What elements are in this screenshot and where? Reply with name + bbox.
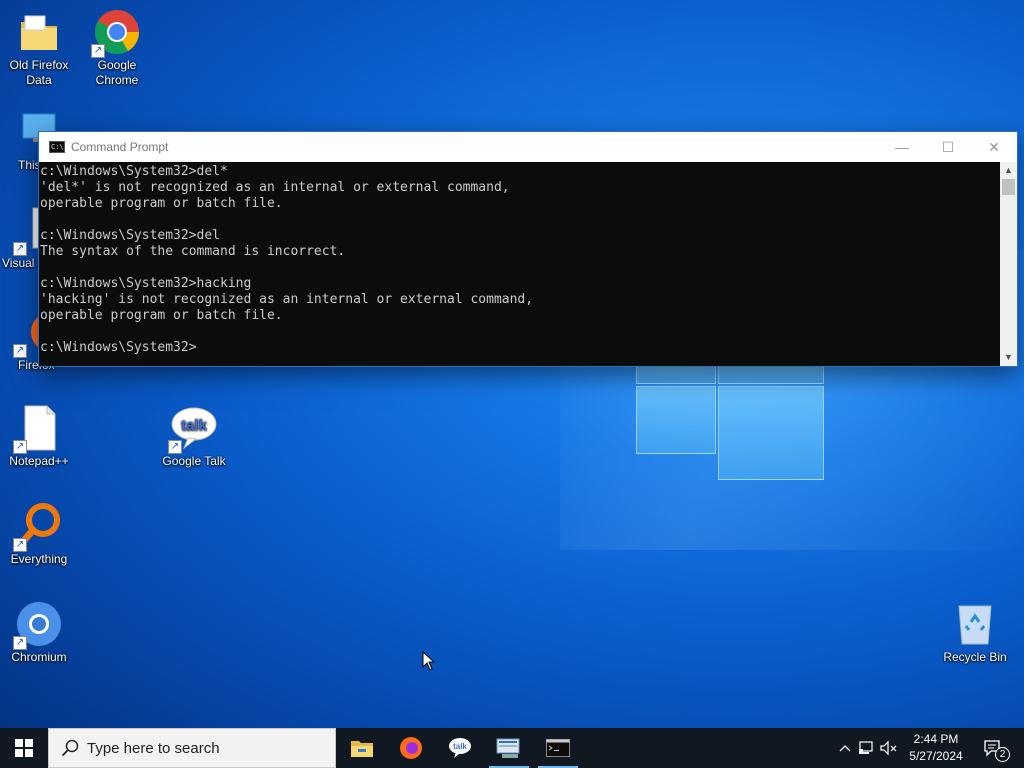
google-talk-icon: talk (449, 738, 471, 758)
show-hidden-icons-chevron-icon[interactable] (834, 728, 856, 768)
file-explorer-icon (351, 741, 373, 757)
everything-icon: ↗ (13, 502, 63, 552)
folder-icon (15, 8, 63, 56)
mouse-cursor-icon (422, 651, 436, 671)
start-button[interactable] (0, 728, 48, 768)
desktop-icon-label: Google Chrome (95, 58, 139, 87)
notepad-icon: ↗ (13, 404, 63, 454)
desktop-icon-google-talk[interactable]: talk ↗ Google Talk (157, 404, 231, 469)
desktop-icon-label: Chromium (11, 650, 67, 664)
taskbar-network-app[interactable] (485, 728, 533, 768)
network-tray-icon[interactable] (856, 728, 878, 768)
desktop-icon-everything[interactable]: ↗ Everything (2, 502, 76, 567)
system-clock[interactable]: 2:44 PM 5/27/2024 (906, 731, 966, 765)
shortcut-arrow-icon: ↗ (13, 242, 27, 256)
windows-start-icon (15, 739, 33, 757)
desktop-icon-label: Recycle Bin (943, 650, 1007, 664)
taskbar-google-talk[interactable]: talk (436, 728, 484, 768)
shortcut-arrow-icon: ↗ (91, 44, 105, 58)
svg-text:talk: talk (181, 417, 208, 434)
taskbar-command-prompt[interactable] (534, 728, 582, 768)
desktop-icon-recycle-bin[interactable]: Recycle Bin (938, 600, 1012, 665)
scroll-up-icon[interactable]: ▲ (1000, 162, 1017, 179)
shortcut-arrow-icon: ↗ (13, 636, 27, 650)
maximize-icon: ☐ (941, 138, 955, 155)
taskbar: Type here to search talk 2:44 PM 5/27/20… (0, 728, 1024, 768)
desktop-icon-label: Old Firefox Data (9, 58, 69, 87)
wallpaper-windows-logo (636, 362, 824, 480)
scroll-down-icon[interactable]: ▼ (1000, 349, 1017, 366)
minimize-icon: — (895, 139, 909, 155)
console-output[interactable]: c:\Windows\System32>del* 'del*' is not r… (39, 162, 1000, 366)
desktop-icon-old-firefox-data[interactable]: Old Firefox Data (2, 8, 76, 88)
maximize-button[interactable]: ☐ (925, 132, 971, 162)
clock-time: 2:44 PM (913, 732, 959, 746)
desktop-icon-chromium[interactable]: ↗ Chromium (2, 600, 76, 665)
desktop-icon-notepad-plus-plus[interactable]: ↗ Notepad++ (2, 404, 76, 469)
clock-date: 5/27/2024 (909, 749, 963, 763)
firefox-icon (400, 737, 422, 759)
search-icon (61, 739, 79, 757)
desktop-icon-label: Notepad++ (9, 454, 69, 468)
desktop-icon-label: Google Talk (162, 454, 226, 468)
desktop-icon-label: Everything (10, 552, 68, 566)
shortcut-arrow-icon: ↗ (13, 538, 27, 552)
chromium-icon: ↗ (13, 600, 63, 650)
network-app-icon (496, 738, 520, 758)
taskbar-file-explorer[interactable] (338, 728, 386, 768)
cmd-icon: C:\ (49, 141, 65, 153)
window-title: Command Prompt (71, 140, 169, 154)
cmd-icon (546, 739, 570, 757)
command-prompt-window[interactable]: C:\ Command Prompt — ☐ ✕ c:\Windows\Syst… (38, 131, 1018, 367)
shortcut-arrow-icon: ↗ (13, 440, 27, 454)
minimize-button[interactable]: — (879, 132, 925, 162)
notification-count-badge: 2 (995, 747, 1010, 762)
vertical-scrollbar[interactable]: ▲ ▼ (1000, 162, 1017, 366)
window-titlebar[interactable]: C:\ Command Prompt — ☐ ✕ (39, 132, 1017, 162)
google-talk-icon: talk ↗ (168, 404, 218, 454)
close-button[interactable]: ✕ (971, 132, 1017, 162)
volume-muted-icon[interactable] (878, 728, 900, 768)
close-icon: ✕ (988, 138, 1000, 155)
desktop-icon-google-chrome[interactable]: ↗ Google Chrome (80, 8, 154, 88)
taskbar-firefox[interactable] (387, 728, 435, 768)
svg-text:talk: talk (453, 742, 467, 751)
notification-center-button[interactable]: 2 (974, 728, 1014, 768)
scroll-thumb[interactable] (1002, 179, 1015, 195)
shortcut-arrow-icon: ↗ (13, 344, 27, 358)
recycle-bin-icon (951, 600, 999, 648)
shortcut-arrow-icon: ↗ (168, 440, 182, 454)
chrome-icon: ↗ (91, 8, 141, 58)
search-placeholder: Type here to search (87, 739, 220, 757)
taskbar-search-box[interactable]: Type here to search (48, 728, 336, 768)
